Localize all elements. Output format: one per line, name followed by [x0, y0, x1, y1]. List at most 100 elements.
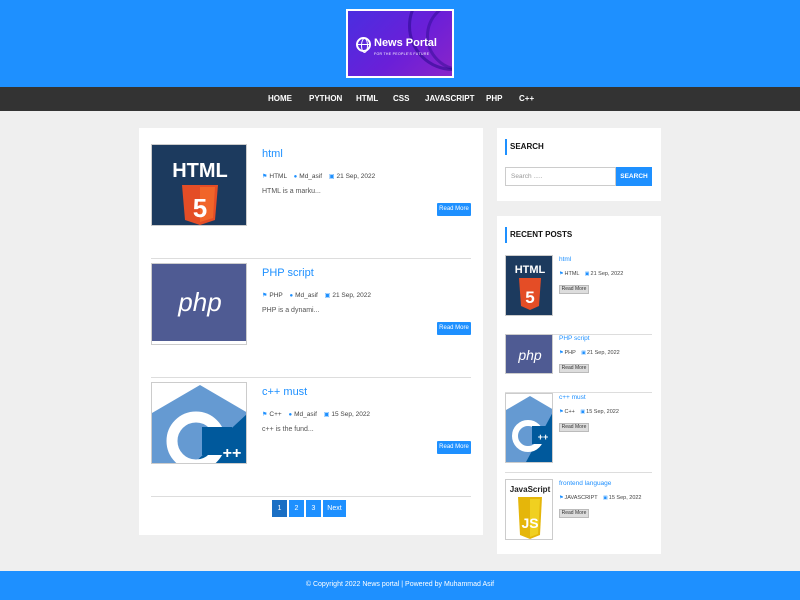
svg-text:++: ++ — [538, 432, 549, 442]
logo-name: News Portal — [374, 37, 437, 49]
read-more-button[interactable]: Read More — [437, 203, 471, 216]
svg-text:HTML: HTML — [172, 160, 228, 182]
post-category[interactable]: C++ — [269, 411, 281, 418]
php-icon: php — [152, 264, 246, 344]
post-date: 21 Sep, 2022 — [332, 292, 372, 299]
post-thumbnail[interactable]: ++ — [151, 382, 247, 464]
post-list: HTML 5 html ⚑ HTML ● Md_asif ▣ 21 Sep, 2022… — [139, 128, 483, 535]
post-author: Md_asif — [299, 173, 323, 180]
recent-post-thumbnail[interactable]: HTML 5 — [505, 255, 553, 316]
copyright-text: © Copyright 2022 News portal | Powered b… — [305, 581, 495, 588]
php-icon: php — [506, 335, 552, 373]
recent-post-item: JavaScript JS frontend language ⚑JAVASCR… — [505, 479, 652, 559]
svg-text:5: 5 — [193, 193, 207, 223]
recent-post-item: HTML 5 html ⚑HTML ▣21 Sep, 2022 Read Mor… — [505, 255, 652, 335]
post-thumbnail[interactable]: php — [151, 263, 247, 345]
post-author: Md_asif — [294, 411, 317, 418]
recent-post-title[interactable]: frontend language — [559, 480, 611, 487]
recent-read-more-button[interactable]: Read More — [559, 423, 589, 432]
recent-post-meta: ⚑JAVASCRIPT ▣15 Sep, 2022 — [559, 495, 642, 501]
html5-icon: HTML 5 — [152, 145, 246, 225]
calendar-icon: ▣ — [603, 495, 608, 501]
nav-item-php[interactable]: PHP — [486, 94, 502, 103]
post-excerpt: HTML is a marku... — [262, 188, 321, 195]
recent-post-category[interactable]: PHP — [564, 350, 575, 356]
svg-text:php: php — [517, 347, 542, 363]
post-card: HTML 5 html ⚑ HTML ● Md_asif ▣ 21 Sep, 2022… — [151, 141, 471, 259]
post-title[interactable]: html — [262, 148, 283, 160]
post-date: 21 Sep, 2022 — [336, 173, 376, 180]
svg-text:HTML: HTML — [515, 264, 546, 276]
svg-text:JS: JS — [521, 515, 538, 531]
svg-text:php: php — [177, 287, 221, 317]
tag-icon: ⚑ — [559, 409, 564, 415]
recent-post-item: php PHP script ⚑PHP ▣21 Sep, 2022 Read M… — [505, 334, 652, 393]
post-meta: ⚑ C++ ● Md_asif ▣ 15 Sep, 2022 — [262, 411, 370, 418]
site-logo[interactable]: News Portal FOR THE PEOPLE'S FUTURE — [346, 9, 454, 78]
svg-text:++: ++ — [223, 445, 242, 462]
recent-post-category[interactable]: JAVASCRIPT — [564, 495, 597, 501]
search-button[interactable]: SEARCH — [616, 167, 652, 186]
post-excerpt: c++ is the fund... — [262, 426, 314, 433]
search-input[interactable] — [505, 167, 616, 186]
tag-icon: ⚑ — [559, 495, 564, 501]
cpp-icon: ++ — [506, 394, 552, 462]
post-title[interactable]: PHP script — [262, 267, 314, 279]
globe-icon — [356, 37, 371, 53]
recent-post-category[interactable]: HTML — [564, 271, 579, 277]
read-more-button[interactable]: Read More — [437, 441, 471, 454]
recent-read-more-button[interactable]: Read More — [559, 364, 589, 373]
post-author: Md_asif — [295, 292, 318, 299]
recent-post-thumbnail[interactable]: ++ — [505, 393, 553, 463]
nav-item-javascript[interactable]: JAVASCRIPT — [425, 94, 475, 103]
post-category[interactable]: HTML — [269, 173, 286, 180]
post-card: php PHP script ⚑ PHP ● Md_asif ▣ 21 Sep, 20… — [151, 260, 471, 378]
recent-post-category[interactable]: C++ — [564, 409, 574, 415]
nav-item-css[interactable]: CSS — [393, 94, 409, 103]
nav-item-html[interactable]: HTML — [356, 94, 378, 103]
user-icon: ● — [288, 412, 293, 418]
recent-read-more-button[interactable]: Read More — [559, 509, 589, 518]
recent-post-item: ++ c++ must ⚑C++ ▣15 Sep, 2022 Read More — [505, 393, 652, 473]
recent-post-title[interactable]: html — [559, 256, 571, 263]
nav-item-home[interactable]: HOME — [268, 94, 292, 103]
tag-icon: ⚑ — [559, 350, 564, 356]
tag-icon: ⚑ — [559, 271, 564, 277]
search-widget: SEARCH SEARCH — [497, 128, 661, 201]
cpp-icon: ++ — [152, 383, 246, 463]
post-thumbnail[interactable]: HTML 5 — [151, 144, 247, 226]
read-more-button[interactable]: Read More — [437, 322, 471, 335]
site-header: News Portal FOR THE PEOPLE'S FUTURE — [0, 0, 800, 88]
site-footer: © Copyright 2022 News portal | Powered b… — [0, 571, 800, 600]
recent-read-more-button[interactable]: Read More — [559, 285, 589, 294]
calendar-icon: ▣ — [323, 412, 330, 418]
recent-posts-widget: RECENT POSTS HTML 5 html ⚑HTML ▣21 Sep, … — [497, 216, 661, 554]
tag-icon: ⚑ — [262, 174, 268, 180]
page-1-button[interactable]: 1 — [272, 500, 287, 517]
post-category[interactable]: PHP — [269, 292, 282, 299]
calendar-icon: ▣ — [328, 174, 335, 180]
page-3-button[interactable]: 3 — [306, 500, 321, 517]
recent-post-date: 15 Sep, 2022 — [608, 495, 642, 501]
recent-post-date: 21 Sep, 2022 — [586, 350, 620, 356]
recent-post-thumbnail[interactable]: JavaScript JS — [505, 479, 553, 540]
svg-text:JavaScript: JavaScript — [510, 485, 551, 494]
nav-item-python[interactable]: PYTHON — [309, 94, 342, 103]
calendar-icon: ▣ — [581, 350, 586, 356]
recent-posts-title: RECENT POSTS — [505, 227, 572, 243]
user-icon: ● — [293, 174, 298, 180]
calendar-icon: ▣ — [584, 271, 590, 277]
recent-post-title[interactable]: c++ must — [559, 394, 586, 401]
post-card: ++ c++ must ⚑ C++ ● Md_asif ▣ 15 Sep, 2022 … — [151, 379, 471, 497]
recent-post-title[interactable]: PHP script — [559, 335, 590, 342]
recent-post-date: 21 Sep, 2022 — [590, 271, 624, 277]
nav-item-cpp[interactable]: C++ — [519, 94, 534, 103]
next-page-button[interactable]: Next — [323, 500, 346, 517]
post-title[interactable]: c++ must — [262, 386, 307, 398]
logo-tagline: FOR THE PEOPLE'S FUTURE — [374, 52, 430, 56]
recent-post-thumbnail[interactable]: php — [505, 334, 553, 374]
user-icon: ● — [289, 293, 294, 299]
tag-icon: ⚑ — [262, 412, 268, 418]
javascript-icon: JavaScript JS — [506, 480, 552, 539]
page-2-button[interactable]: 2 — [289, 500, 304, 517]
